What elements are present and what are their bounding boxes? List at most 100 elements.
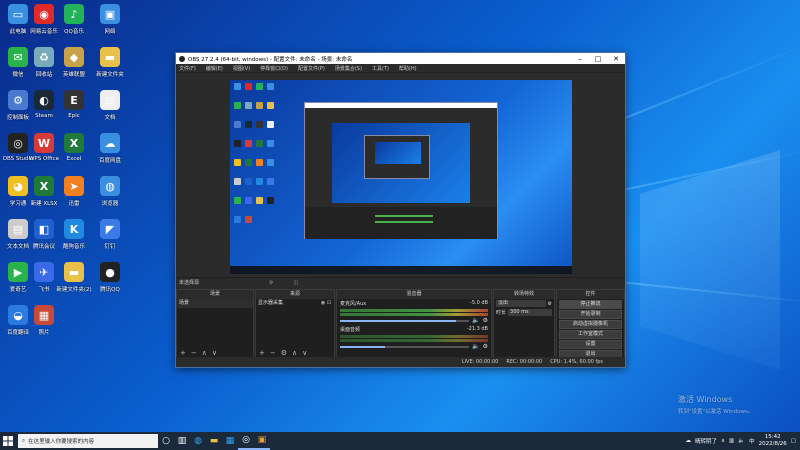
scene-item[interactable]: 场景 [177, 299, 253, 308]
desktop-icon-label: 文档 [104, 115, 116, 121]
duration-label: 时长 [496, 310, 507, 316]
start-virtual-camera-button[interactable]: 启动虚拟摄像机 [559, 320, 622, 329]
taskbar-search[interactable]: ⌕ 在这里输入你要搜索的内容 [18, 434, 158, 448]
nested-titlebar [305, 103, 497, 108]
desktop-volume-slider[interactable] [340, 345, 470, 348]
explorer-icon[interactable]: ▬ [206, 432, 222, 450]
menu-profile[interactable]: 配置文件(P) [298, 65, 325, 72]
start-button[interactable] [0, 432, 16, 450]
preview-mini-icon [256, 140, 263, 147]
speaker-icon[interactable]: 🔈 [472, 317, 479, 324]
chevron-up-icon[interactable]: ∧ [721, 438, 725, 444]
volume-icon[interactable]: 🔈 [738, 438, 745, 444]
down-icon[interactable]: ∨ [302, 349, 307, 357]
weather-text[interactable]: 晴转阴了 [695, 437, 717, 445]
app-icon: K [64, 219, 84, 239]
weather-icon[interactable]: ☁ [685, 438, 691, 444]
preview-mini-icon [267, 83, 274, 90]
settings-button[interactable]: 设置 [559, 340, 622, 349]
menu-docks[interactable]: 停靠窗口(D) [260, 65, 288, 72]
desktop-icon[interactable]: ▣ 网络 [88, 4, 132, 44]
desktop-icon-label: Steam [35, 113, 53, 119]
menu-scene-collection[interactable]: 场景集合(S) [335, 65, 362, 72]
clock[interactable]: 15:42 2022/8/26 [759, 434, 787, 448]
remove-icon[interactable]: − [191, 349, 197, 357]
gear-icon[interactable]: ⚙ [548, 301, 552, 307]
studio-mode-button[interactable]: 工作室模式 [559, 330, 622, 339]
sources-dock: 来源 显示器采集 ◉ ⊡ + − ⚙ ∧ ∨ [255, 289, 335, 359]
menu-view[interactable]: 视图(V) [233, 65, 250, 72]
minimize-icon[interactable]: – [571, 53, 589, 64]
obs-window[interactable]: OBS 27.2.4 (64-bit, windows) - 配置文件: 未命名… [175, 52, 626, 368]
transition-select[interactable]: 淡出 [496, 300, 546, 307]
rec-status: REC: 00:00:00 [506, 359, 543, 365]
down-icon[interactable]: ∨ [212, 349, 217, 357]
obs-taskbar-icon[interactable]: ◎ [238, 432, 254, 450]
add-icon[interactable]: + [259, 349, 265, 357]
store-icon[interactable]: ▦ [222, 432, 238, 450]
app-icon: ♪ [64, 4, 84, 24]
mic-db: -5.0 dB [470, 300, 488, 306]
preview-mini-icon [234, 83, 241, 90]
maximize-icon[interactable]: □ [589, 53, 607, 64]
nested-obs-window-2 [364, 135, 430, 179]
obs-title: OBS 27.2.4 (64-bit, windows) - 配置文件: 未命名… [188, 56, 353, 63]
app-icon: ▬ [100, 47, 120, 67]
gear-icon[interactable]: ⚙ [483, 343, 488, 350]
duration-input[interactable]: 300 ms [508, 309, 552, 316]
watermark-title: 激活 Windows [678, 395, 733, 404]
menu-file[interactable]: 文件(F) [179, 65, 196, 72]
network-icon[interactable]: ▥ [729, 438, 734, 444]
preview-mini-icon [267, 159, 274, 166]
remove-icon[interactable]: − [270, 349, 276, 357]
desktop-icon[interactable]: ☁ 百度网盘 [88, 133, 132, 173]
no-source-label: 未选择源 [179, 280, 200, 286]
news-icon[interactable]: ▥ [174, 432, 190, 450]
nested-obs-window [304, 102, 498, 239]
obs-preview[interactable] [230, 80, 572, 274]
source-item[interactable]: 显示器采集 ◉ ⊡ [256, 299, 334, 308]
desktop-icon[interactable]: ◤ 钉钉 [88, 219, 132, 259]
desktop-icon[interactable]: ▦ 照片 [22, 305, 66, 345]
start-recording-button[interactable]: 开始录制 [559, 310, 622, 319]
desktop-icon-label: 浏览器 [101, 201, 119, 207]
ime-icon[interactable]: 中 [749, 437, 755, 445]
up-icon[interactable]: ∧ [292, 349, 297, 357]
close-icon[interactable]: ✕ [607, 53, 625, 64]
obs-titlebar[interactable]: OBS 27.2.4 (64-bit, windows) - 配置文件: 未命名… [176, 53, 625, 64]
preview-mini-icon [234, 216, 241, 223]
app-taskbar-icon[interactable]: ▣ [254, 432, 270, 450]
obs-statusbar: LIVE: 00:00:00 REC: 00:00:00 CPU: 1.4%, … [176, 357, 625, 367]
up-icon[interactable]: ∧ [202, 349, 207, 357]
menu-edit[interactable]: 编辑(E) [206, 65, 223, 72]
menu-tools[interactable]: 工具(T) [372, 65, 389, 72]
notification-icon[interactable]: ▢ [791, 438, 796, 444]
mixer-channel-desktop: 桌面音频 -21.3 dB [337, 324, 491, 334]
properties-gear-icon[interactable]: ⚙ [269, 280, 273, 286]
desktop-icon-label: 照片 [38, 330, 50, 336]
source-label: 显示器采集 [258, 300, 284, 306]
mic-volume-slider[interactable] [340, 319, 470, 322]
visibility-eye-icon[interactable]: ◉ ⊡ [321, 299, 331, 308]
task-view-icon[interactable]: ○ [158, 432, 174, 450]
transitions-dock: 转场特效 淡出 ⚙ 时长 300 ms [493, 289, 555, 359]
gear-icon[interactable]: ⚙ [281, 349, 287, 357]
duration-row: 时长 300 ms [494, 308, 554, 317]
menu-help[interactable]: 帮助(H) [399, 65, 417, 72]
mixer-dock: 混音器 麦克风/Aux -5.0 dB 🔈 ⚙ 桌面音频 -21.3 dB 🔈 [336, 289, 492, 359]
speaker-icon[interactable]: 🔈 [472, 343, 479, 350]
desktop-icon[interactable]: ▬ 新建文件夹 [88, 47, 132, 87]
gear-icon[interactable]: ⚙ [483, 317, 488, 324]
desktop-icon[interactable]: ◍ 浏览器 [88, 176, 132, 216]
desktop-icon[interactable]: ▤ 文档 [88, 90, 132, 130]
desktop-icon-label: 迅雷 [68, 201, 80, 207]
transition-type-row: 淡出 ⚙ [494, 299, 554, 308]
obs-logo-icon [179, 55, 185, 62]
add-icon[interactable]: + [180, 349, 186, 357]
filters-icon[interactable]: ◫ [294, 280, 299, 286]
preview-mini-icon [245, 216, 252, 223]
desktop-icon[interactable]: ● 腾讯QQ [88, 262, 132, 302]
stop-streaming-button[interactable]: 停止推流 [559, 300, 622, 309]
scenes-dock: 场景 场景 + − ∧ ∨ [176, 289, 254, 359]
edge-icon[interactable]: ◍ [190, 432, 206, 450]
